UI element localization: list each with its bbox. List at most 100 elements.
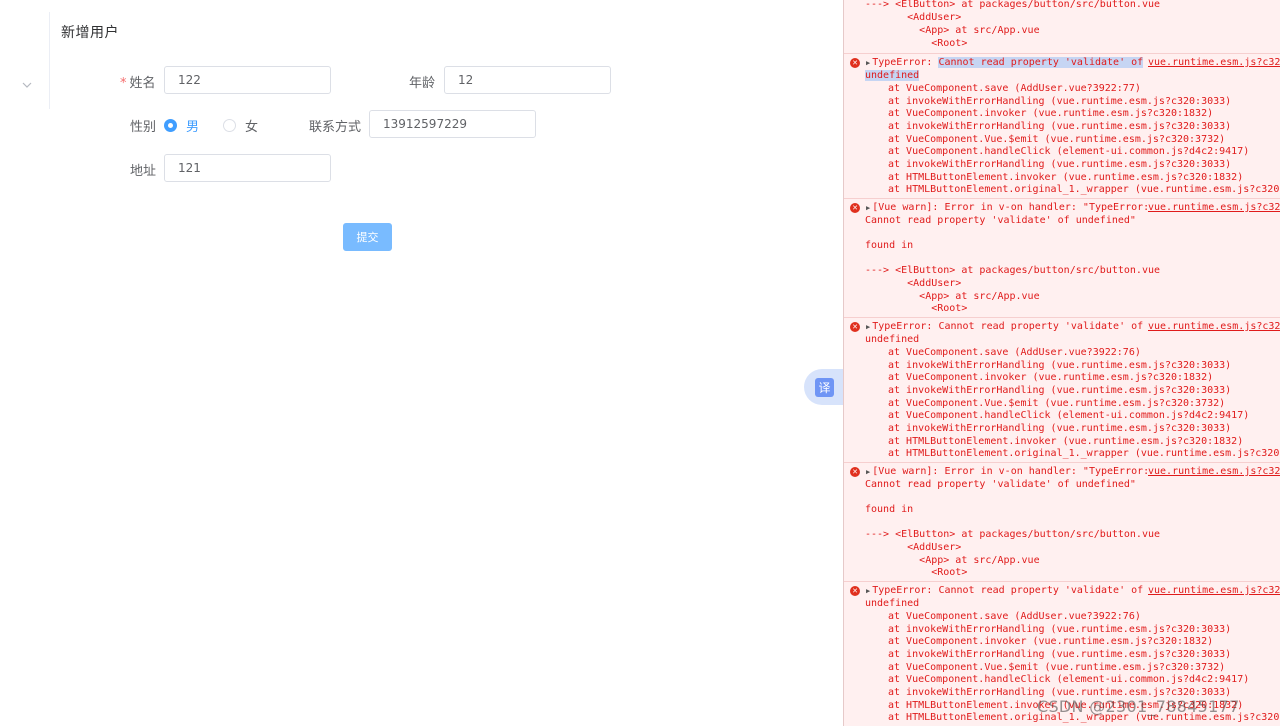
error-type: TypeError: <box>872 585 939 596</box>
sidebar-divider <box>49 12 50 109</box>
page-title: 新增用户 <box>61 25 119 41</box>
error-message: Cannot read property 'validate' of <box>938 321 1144 332</box>
stack-frame: at invokeWithErrorHandling (vue.runtime.… <box>888 96 1232 107</box>
trace-line: <App> at src/App.vue <box>865 555 1040 566</box>
console-error-message[interactable]: ✕ ▶ TypeError: Cannot read property 'vali… <box>844 53 1280 197</box>
app-page: 新增用户 *姓名 年龄 性别 男 女 联系方式 地址 提交 <box>0 0 843 726</box>
name-label: * 姓名 <box>120 72 156 91</box>
stack-frame: at VueComponent.Vue.$emit (vue.runtime.e… <box>888 134 1226 145</box>
trace-line: <Root> <box>865 303 968 314</box>
stack-frame: at HTMLButtonElement.original_1._wrapper… <box>888 448 1280 459</box>
stack-frame: at VueComponent.save (AddUser.vue?3922:7… <box>888 347 1141 358</box>
warning-text: [Vue warn]: Error in v-on handler: "Type… <box>872 202 1150 213</box>
radio-checked-icon <box>164 119 177 132</box>
submit-button[interactable]: 提交 <box>343 223 392 251</box>
error-icon: ✕ <box>850 58 860 68</box>
radio-unchecked-icon <box>223 119 236 132</box>
error-type: TypeError: <box>872 57 939 68</box>
trace-line: <AddUser> <box>865 542 962 553</box>
age-input[interactable] <box>444 66 611 94</box>
trace-line: <Root> <box>865 567 968 578</box>
stack-frame: at invokeWithErrorHandling (vue.runtime.… <box>888 385 1232 396</box>
error-icon: ✕ <box>850 203 860 213</box>
stack-frame: at VueComponent.Vue.$emit (vue.runtime.e… <box>888 398 1226 409</box>
stack-frame: at VueComponent.invoker (vue.runtime.esm… <box>888 372 1214 383</box>
stack-frame: at VueComponent.invoker (vue.runtime.esm… <box>888 636 1214 647</box>
warning-summary[interactable]: ▶ [Vue warn]: Error in v-on handler: "Typ… <box>866 202 1149 215</box>
error-message-cont: undefined <box>865 70 920 81</box>
gender-radio-female[interactable]: 女 <box>223 116 258 135</box>
gender-label: 性别 <box>130 120 157 135</box>
gender-radio-male-label: 男 <box>186 120 200 135</box>
chevron-down-icon[interactable] <box>21 80 33 90</box>
stack-frame: at VueComponent.invoker (vue.runtime.esm… <box>888 108 1214 119</box>
devtools-console: ---> <ElButton> at packages/button/src/b… <box>843 0 1280 726</box>
error-message-cont: undefined <box>865 598 920 609</box>
age-label: 年龄 <box>409 76 436 91</box>
trace-line: <AddUser> <box>865 278 962 289</box>
address-label: 地址 <box>130 164 157 179</box>
required-mark: * <box>120 76 127 91</box>
error-type: TypeError: <box>872 321 939 332</box>
trace-line: <Root> <box>865 38 968 49</box>
console-warning-message[interactable]: ✕ ▶ [Vue warn]: Error in v-on handler: "T… <box>844 198 1280 317</box>
csdn-watermark: CSDN @2301_78845177 <box>1037 697 1240 716</box>
stack-frame: at invokeWithErrorHandling (vue.runtime.… <box>888 423 1232 434</box>
warning-summary[interactable]: ▶ [Vue warn]: Error in v-on handler: "Typ… <box>866 466 1149 479</box>
gender-radio-female-label: 女 <box>245 120 259 135</box>
stack-frame: at VueComponent.Vue.$emit (vue.runtime.e… <box>888 662 1226 673</box>
address-input[interactable] <box>164 154 331 182</box>
warning-text: [Vue warn]: Error in v-on handler: "Type… <box>872 466 1150 477</box>
error-message: Cannot read property 'validate' of <box>938 585 1144 596</box>
name-input[interactable] <box>164 66 331 94</box>
found-in-text: found in <box>865 240 914 251</box>
error-icon: ✕ <box>850 322 860 332</box>
stack-frame: at VueComponent.save (AddUser.vue?3922:7… <box>888 611 1141 622</box>
stack-frame: at HTMLButtonElement.invoker (vue.runtim… <box>888 436 1244 447</box>
stack-frame: at invokeWithErrorHandling (vue.runtime.… <box>888 159 1232 170</box>
warning-text-cont: Cannot read property 'validate' of undef… <box>865 215 1136 226</box>
warning-text-cont: Cannot read property 'validate' of undef… <box>865 479 1136 490</box>
trace-line: ---> <ElButton> at packages/button/src/b… <box>865 0 1161 10</box>
console-error-message[interactable]: ✕ ▶ TypeError: Cannot read property 'vali… <box>844 317 1280 461</box>
stack-frame: at invokeWithErrorHandling (vue.runtime.… <box>888 121 1232 132</box>
stack-frame: at VueComponent.save (AddUser.vue?3922:7… <box>888 83 1141 94</box>
error-icon: ✕ <box>850 467 860 477</box>
source-link[interactable]: vue.runtime.esm.js?c320 <box>1148 57 1280 70</box>
stack-frame: at invokeWithErrorHandling (vue.runtime.… <box>888 624 1232 635</box>
translate-button[interactable]: 译 <box>804 369 846 405</box>
expand-triangle-icon[interactable]: ▶ <box>866 587 870 595</box>
gender-radio-male[interactable]: 男 <box>164 116 199 135</box>
stack-frame: at VueComponent.handleClick (element-ui.… <box>888 410 1250 421</box>
console-warning-message[interactable]: ✕ ▶ [Vue warn]: Error in v-on handler: "T… <box>844 462 1280 581</box>
expand-triangle-icon[interactable]: ▶ <box>866 59 870 67</box>
expand-triangle-icon[interactable]: ▶ <box>866 468 870 476</box>
name-label-text: 姓名 <box>129 76 156 91</box>
source-link[interactable]: vue.runtime.esm.js?c320 <box>1148 466 1280 479</box>
expand-triangle-icon[interactable]: ▶ <box>866 323 870 331</box>
translate-icon: 译 <box>815 377 834 397</box>
trace-line: <AddUser> <box>865 12 962 23</box>
stack-frame: at HTMLButtonElement.invoker (vue.runtim… <box>888 172 1244 183</box>
trace-line: ---> <ElButton> at packages/button/src/b… <box>865 265 1161 276</box>
error-icon: ✕ <box>850 586 860 596</box>
contact-label: 联系方式 <box>309 120 362 135</box>
stack-frame: at VueComponent.handleClick (element-ui.… <box>888 146 1250 157</box>
contact-input[interactable] <box>369 110 536 138</box>
trace-line: ---> <ElButton> at packages/button/src/b… <box>865 529 1161 540</box>
error-summary[interactable]: ▶ TypeError: Cannot read property 'valida… <box>866 321 1143 334</box>
stack-frame: at invokeWithErrorHandling (vue.runtime.… <box>888 649 1232 660</box>
expand-triangle-icon[interactable]: ▶ <box>866 204 870 212</box>
error-message-cont: undefined <box>865 334 920 345</box>
source-link[interactable]: vue.runtime.esm.js?c320 <box>1148 202 1280 215</box>
source-link[interactable]: vue.runtime.esm.js?c320 <box>1148 585 1280 598</box>
found-in-text: found in <box>865 504 914 515</box>
error-summary[interactable]: ▶ TypeError: Cannot read property 'valida… <box>866 57 1144 70</box>
trace-line: <App> at src/App.vue <box>865 291 1040 302</box>
stack-frame: at VueComponent.handleClick (element-ui.… <box>888 674 1250 685</box>
stack-frame: at HTMLButtonElement.original_1._wrapper… <box>888 184 1280 195</box>
stack-frame: at invokeWithErrorHandling (vue.runtime.… <box>888 360 1232 371</box>
error-message-selected: Cannot read property 'validate' of <box>938 57 1144 68</box>
source-link[interactable]: vue.runtime.esm.js?c320 <box>1148 321 1280 334</box>
error-summary[interactable]: ▶ TypeError: Cannot read property 'valida… <box>866 585 1143 598</box>
